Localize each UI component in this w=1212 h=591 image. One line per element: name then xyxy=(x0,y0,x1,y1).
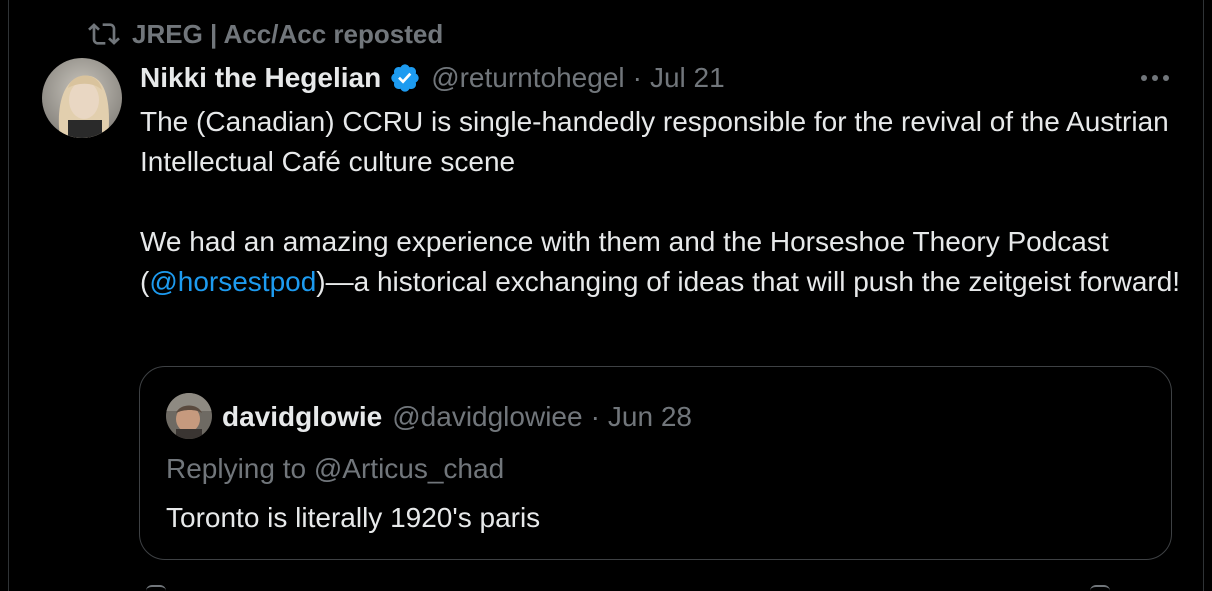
quoted-author-handle[interactable]: @davidglowiee xyxy=(392,401,582,433)
quoted-text: Toronto is literally 1920's paris xyxy=(166,502,541,533)
quoted-date[interactable]: Jun 28 xyxy=(608,401,692,433)
quoted-tweet[interactable]: davidglowie @davidglowiee · Jun 28 Reply… xyxy=(139,366,1172,560)
tweet-header: Nikki the Hegelian @returntohegel · Jul … xyxy=(140,58,1172,98)
tweet-text-segment: )—a historical exchanging of ideas that … xyxy=(316,266,1181,297)
timeline-border-left xyxy=(8,0,9,591)
repost-label: JREG | Acc/Acc reposted xyxy=(132,18,444,49)
tweet-paragraph: We had an amazing experience with them a… xyxy=(140,222,1190,302)
tweet-date[interactable]: Jul 21 xyxy=(650,62,725,94)
author-avatar[interactable] xyxy=(42,58,122,138)
quoted-author-name[interactable]: davidglowie xyxy=(222,401,382,433)
share-action-icon[interactable] xyxy=(1090,585,1110,591)
more-options-icon[interactable] xyxy=(1138,64,1172,92)
reply-action-icon[interactable] xyxy=(146,585,166,591)
separator-dot: · xyxy=(590,401,600,432)
author-handle[interactable]: @returntohegel xyxy=(431,62,624,94)
quoted-header: davidglowie @davidglowiee · Jun 28 xyxy=(222,397,692,437)
quoted-author-avatar[interactable] xyxy=(166,393,212,439)
repost-context[interactable]: JREG | Acc/Acc reposted xyxy=(88,18,443,50)
mention-link[interactable]: @horsestpod xyxy=(149,266,316,297)
verified-badge-icon[interactable] xyxy=(389,62,421,94)
tweet-body: The (Canadian) CCRU is single-handedly r… xyxy=(140,102,1190,302)
tweet-paragraph: The (Canadian) CCRU is single-handedly r… xyxy=(140,106,1169,177)
repost-icon xyxy=(88,23,120,45)
replying-to: Replying to @Articus_chad xyxy=(166,453,505,484)
timeline-border-right xyxy=(1203,0,1204,591)
separator-dot: · xyxy=(632,62,642,93)
author-name[interactable]: Nikki the Hegelian xyxy=(140,62,381,94)
